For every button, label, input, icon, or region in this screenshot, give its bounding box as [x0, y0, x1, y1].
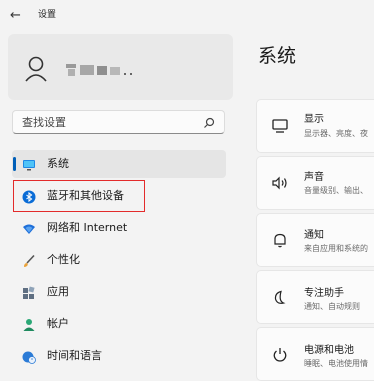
app-title: 设置: [38, 10, 57, 20]
sidebar-item-label: 时间和语言: [47, 349, 102, 362]
power-icon: [271, 346, 289, 364]
page-title: 系统: [258, 45, 297, 67]
display-icon: [271, 117, 289, 135]
apps-icon: [22, 285, 36, 299]
sidebar-item-label: 网络和 Internet: [47, 221, 128, 234]
person-icon: [22, 317, 36, 331]
bell-icon: [271, 231, 289, 249]
card-title: 声音: [304, 172, 324, 183]
sidebar-item-system[interactable]: [12, 150, 226, 178]
card-subtitle: 显示器、亮度、夜: [304, 129, 368, 138]
sidebar-item-accounts[interactable]: [12, 310, 226, 338]
speaker-icon: [271, 174, 289, 192]
globe-clock-icon: [22, 349, 36, 364]
sidebar-item-label: 系统: [47, 157, 69, 170]
card-title: 专注助手: [304, 288, 344, 299]
brush-icon: [22, 253, 36, 267]
active-indicator: [13, 157, 16, 171]
back-button[interactable]: ←: [10, 8, 28, 24]
title-bar: [0, 0, 374, 30]
system-monitor-icon: [22, 157, 36, 171]
card-title: 显示: [304, 114, 324, 125]
sidebar-item-time-language[interactable]: [12, 342, 226, 370]
card-subtitle: 睡眠、电池使用情: [304, 359, 368, 368]
sidebar-item-apps[interactable]: [12, 278, 226, 306]
card-title: 通知: [304, 230, 324, 241]
card-subtitle: 通知、自动规则: [304, 302, 360, 311]
user-name-blurred: [64, 60, 144, 80]
sidebar-item-label: 个性化: [47, 253, 80, 266]
sidebar-item-label: 应用: [47, 285, 69, 298]
avatar-icon: [24, 55, 50, 85]
moon-icon: [271, 289, 289, 307]
sidebar-item-label: 帐户: [47, 317, 69, 330]
search-input-text: 查找设置: [22, 116, 66, 129]
card-title: 电源和电池: [304, 345, 354, 356]
sidebar-item-personalization[interactable]: [12, 246, 226, 274]
search-icon[interactable]: [202, 115, 216, 129]
red-highlight-box: [13, 180, 145, 212]
card-subtitle: 音量级别、输出、: [304, 186, 368, 195]
wifi-icon: [22, 221, 36, 235]
card-subtitle: 来自应用和系统的: [304, 244, 368, 253]
